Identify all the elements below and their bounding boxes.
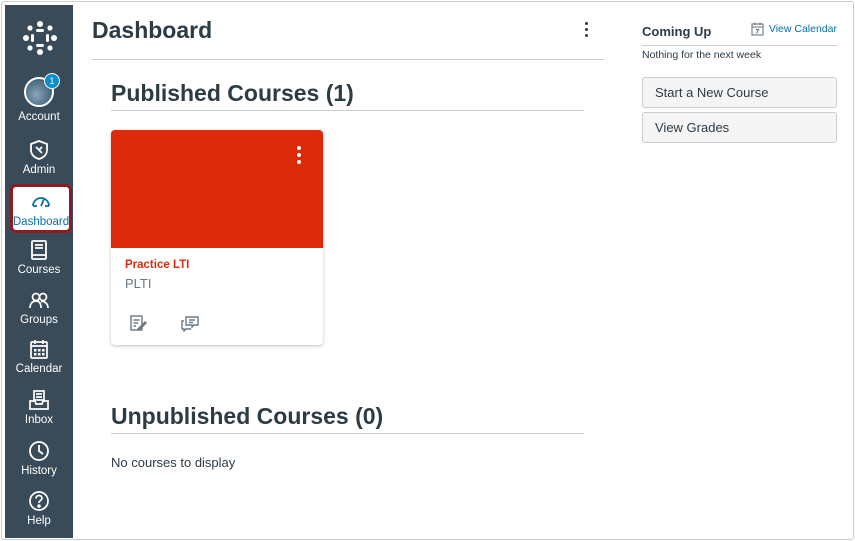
empty-courses-message: No courses to display <box>111 455 236 470</box>
view-calendar-link[interactable]: View Calendar <box>751 22 837 36</box>
dashboard-options-button[interactable] <box>582 22 590 42</box>
nav-item-label: Help <box>27 515 51 527</box>
coming-up-empty-message: Nothing for the next week <box>642 49 762 61</box>
right-sidebar: Coming Up View Calendar Nothing for the … <box>642 2 837 539</box>
start-new-course-button[interactable]: Start a New Course <box>642 77 837 108</box>
coming-up-heading: Coming Up <box>642 24 712 39</box>
nav-item-label: Calendar <box>15 363 63 375</box>
global-nav: 1 Account Admin Dashboard Courses Groups… <box>5 5 73 538</box>
avatar: 1 <box>24 73 60 107</box>
nav-item-groups[interactable]: Groups <box>5 289 73 339</box>
divider <box>111 433 584 434</box>
nav-item-history[interactable]: History <box>5 440 73 490</box>
nav-item-calendar[interactable]: Calendar <box>5 338 73 388</box>
nav-item-label: Courses <box>17 264 61 276</box>
nav-item-admin[interactable]: Admin <box>5 139 73 189</box>
canvas-logo-icon[interactable] <box>22 20 58 56</box>
kebab-icon <box>584 22 588 25</box>
assignments-icon[interactable] <box>129 314 147 332</box>
course-code: PLTI <box>125 276 152 291</box>
view-calendar-label: View Calendar <box>768 23 837 35</box>
course-card-options-button[interactable] <box>296 146 302 166</box>
calendar-icon <box>751 22 764 36</box>
shield-icon <box>30 140 48 160</box>
notification-badge: 1 <box>44 73 60 89</box>
inbox-icon <box>29 390 49 410</box>
nav-item-help[interactable]: Help <box>5 490 73 539</box>
course-card[interactable]: Practice LTI PLTI <box>111 130 323 345</box>
book-icon <box>31 240 47 260</box>
kebab-icon <box>297 146 301 150</box>
published-courses-heading: Published Courses (1) <box>111 80 354 106</box>
app-window: 1 Account Admin Dashboard Courses Groups… <box>1 1 854 540</box>
course-name-link[interactable]: Practice LTI <box>125 259 189 271</box>
view-grades-button[interactable]: View Grades <box>642 112 837 143</box>
nav-item-label: Groups <box>20 314 58 326</box>
nav-item-inbox[interactable]: Inbox <box>5 389 73 439</box>
divider <box>111 110 584 111</box>
nav-item-courses[interactable]: Courses <box>5 239 73 289</box>
page-title: Dashboard <box>92 17 213 43</box>
main-content: Dashboard Published Courses (1) Practice… <box>92 2 604 539</box>
course-card-hero[interactable] <box>111 130 323 248</box>
discussions-icon[interactable] <box>181 314 199 332</box>
nav-item-label: Dashboard <box>12 216 70 228</box>
nav-item-label: Inbox <box>24 414 54 426</box>
nav-item-label: Account <box>18 111 60 123</box>
nav-item-label: History <box>21 465 57 477</box>
calendar-icon <box>30 340 48 359</box>
unpublished-courses-heading: Unpublished Courses (0) <box>111 403 384 429</box>
speedometer-icon <box>32 197 50 207</box>
people-icon <box>29 292 49 309</box>
clock-icon <box>29 441 49 461</box>
nav-item-label: Admin <box>22 164 56 176</box>
nav-item-dashboard[interactable]: Dashboard <box>10 184 72 233</box>
question-icon <box>29 491 49 511</box>
nav-item-account[interactable]: 1 Account <box>5 73 73 127</box>
divider <box>92 59 604 60</box>
divider <box>642 45 837 46</box>
